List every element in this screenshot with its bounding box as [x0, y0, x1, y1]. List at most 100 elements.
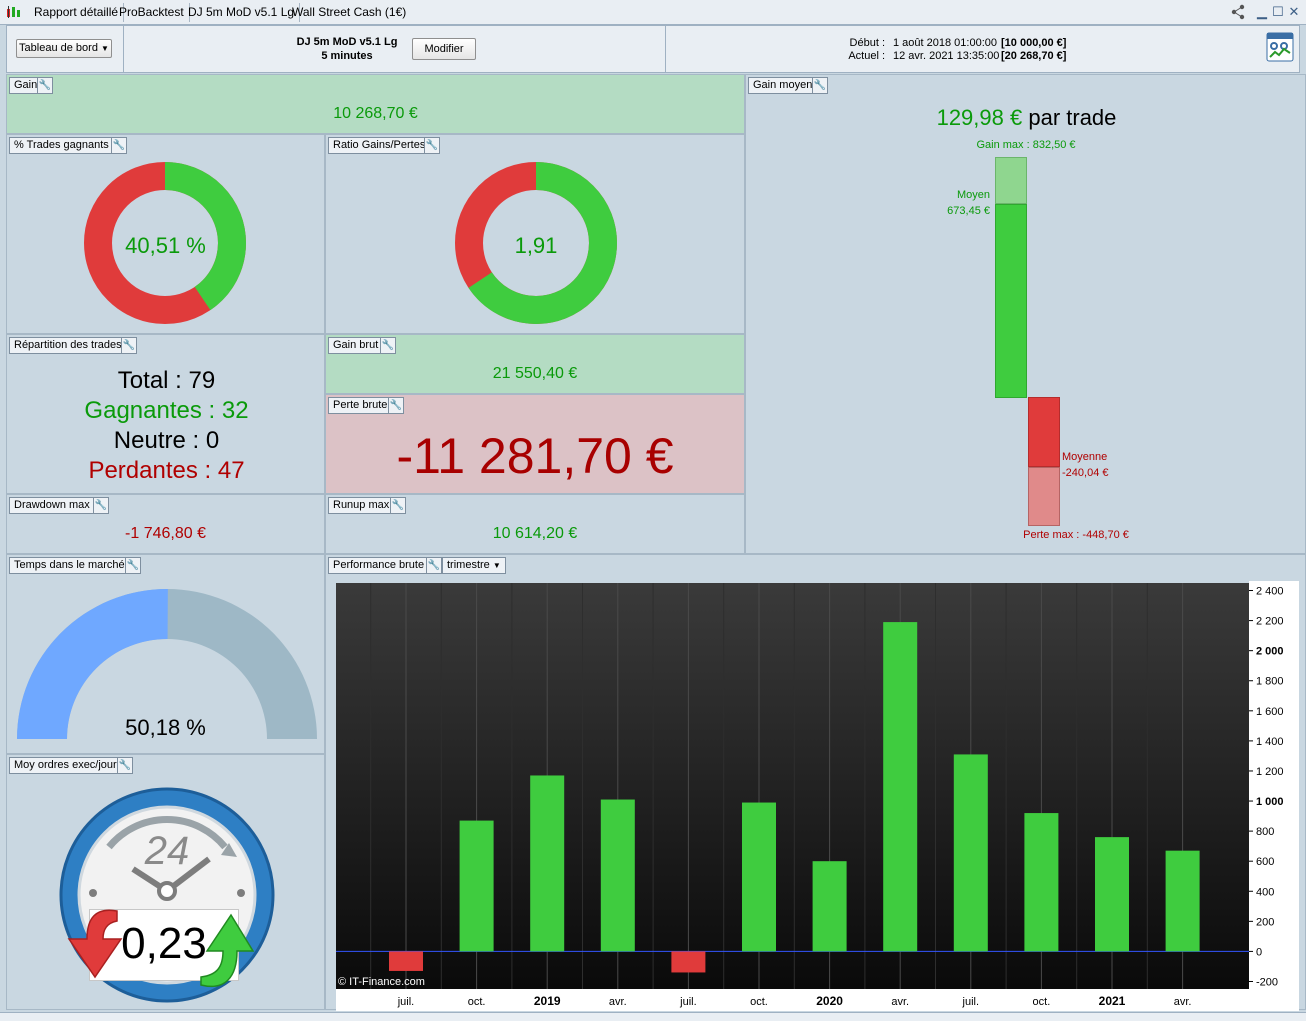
- status-bar: [0, 1012, 1306, 1021]
- avg-gain-heading: 129,98 € par trade: [746, 105, 1306, 131]
- y-tick-label: 1 600: [1256, 706, 1284, 718]
- won-row: Gagnantes : 32: [7, 397, 326, 425]
- neutral-count: 0: [205, 427, 220, 454]
- copyright-label: © IT-Finance.com: [338, 976, 425, 988]
- avg-gain-value: 129,98 €: [936, 105, 1023, 130]
- tab-report[interactable]: Rapport détaillé: [29, 3, 125, 22]
- tab-probacktest[interactable]: ProBacktest: [114, 3, 190, 22]
- x-tick-label: juil.: [962, 996, 980, 1008]
- wrench-icon[interactable]: 🔧: [388, 397, 404, 414]
- panel-title: Drawdown max: [9, 497, 95, 514]
- wrench-icon[interactable]: 🔧: [117, 757, 133, 774]
- timeframe-label: 5 minutes: [321, 50, 373, 62]
- moyen-value: 673,45 €: [947, 205, 990, 217]
- modify-button[interactable]: Modifier: [412, 38, 476, 60]
- y-tick-label: 0: [1256, 946, 1262, 958]
- chart-bar: [1024, 813, 1059, 952]
- x-tick-label: avr.: [609, 996, 627, 1008]
- gross-loss-value: -11 281,70 €: [396, 428, 674, 484]
- x-tick-label: oct.: [1033, 996, 1051, 1008]
- wrench-icon[interactable]: 🔧: [424, 137, 440, 154]
- close-icon[interactable]: ✕: [1286, 4, 1302, 20]
- y-tick-label: 1 000: [1256, 796, 1284, 808]
- y-tick-label: 1 800: [1256, 676, 1284, 688]
- chart-bar: [1095, 837, 1129, 952]
- wrench-icon[interactable]: 🔧: [93, 497, 109, 514]
- tab-instrument[interactable]: Wall Street Cash (1€): [287, 3, 411, 22]
- drawdown-value: -1 746,80 €: [125, 525, 206, 542]
- time-in-market-value: 50,18 %: [125, 715, 206, 740]
- lost-count: 47: [217, 457, 245, 484]
- period-dropdown[interactable]: trimestre ▼: [442, 557, 506, 574]
- gain-value: 10 268,70 €: [333, 105, 418, 122]
- gross-gain-value: 21 550,40 €: [492, 365, 578, 382]
- orders-panel: Moy ordres exec/jour 🔧 24 0,23: [6, 754, 325, 1010]
- share-icon[interactable]: [1230, 4, 1246, 20]
- chart-bar: [883, 622, 918, 952]
- gross-gain-panel: Gain brut 🔧 21 550,40 €: [325, 334, 745, 394]
- wrench-icon[interactable]: 🔧: [426, 557, 442, 574]
- wrench-icon[interactable]: 🔧: [125, 557, 141, 574]
- chart-bar: [600, 799, 635, 952]
- loss-bar: [1028, 397, 1060, 467]
- chart-bar: [459, 820, 494, 952]
- maximize-icon[interactable]: ☐: [1270, 4, 1286, 20]
- panel-title: Temps dans le marché: [9, 557, 130, 574]
- chart-bar: [389, 951, 423, 971]
- y-tick-label: 400: [1256, 886, 1274, 898]
- total-label: Total :: [117, 367, 182, 394]
- dashboard-dropdown[interactable]: Tableau de bord ▼: [16, 39, 112, 58]
- y-tick-label: 2 000: [1256, 646, 1284, 658]
- repartition-panel: Répartition des trades 🔧 Total : 79 Gagn…: [6, 334, 325, 494]
- panel-title: Performance brute: [328, 557, 430, 574]
- tab-system[interactable]: DJ 5m MoD v5.1 Lg: [183, 3, 301, 22]
- wrench-icon[interactable]: 🔧: [121, 337, 137, 354]
- time-in-market-panel: Temps dans le marché 🔧 50,18 %: [6, 554, 325, 754]
- wrench-icon[interactable]: 🔧: [812, 77, 828, 94]
- clock-hours-label: 24: [144, 829, 190, 873]
- chart-bar: [671, 951, 706, 973]
- lost-row: Perdantes : 47: [7, 457, 326, 485]
- x-tick-label: 2021: [1099, 994, 1126, 1008]
- gain-max-label: Gain max : 832,50 €: [976, 139, 1076, 151]
- moyenne-label: Moyenne: [1062, 451, 1108, 463]
- header-divider: [123, 26, 124, 72]
- title-bar: Rapport détaillé ProBacktest DJ 5m MoD v…: [0, 0, 1306, 25]
- gain-panel: Gain 🔧 10 268,70 €: [6, 74, 745, 134]
- won-count: 32: [221, 397, 249, 424]
- ratio-value: 1,91: [514, 233, 558, 258]
- win-pct-value: 40,51 %: [125, 233, 206, 258]
- x-tick-label: 2020: [816, 994, 843, 1008]
- total-count: 79: [188, 367, 216, 394]
- report-settings-icon[interactable]: [1266, 32, 1296, 64]
- start-label: Début :: [849, 37, 885, 49]
- win-pct-panel: % Trades gagnants 🔧 40,51 %: [6, 134, 325, 334]
- win-bar-light: [995, 157, 1027, 204]
- x-tick-label: oct.: [750, 996, 768, 1008]
- wrench-icon[interactable]: 🔧: [380, 337, 396, 354]
- app-chart-icon: [6, 5, 22, 19]
- avg-gain-suffix: par trade: [1028, 105, 1117, 130]
- wrench-icon[interactable]: 🔧: [390, 497, 406, 514]
- start-date: 1 août 2018 01:00:00: [893, 37, 997, 49]
- avg-gain-panel: Gain moyen 🔧 129,98 € par trade Gain max…: [745, 74, 1306, 554]
- start-value: [10 000,00 €]: [1001, 37, 1067, 49]
- x-tick-label: oct.: [468, 996, 486, 1008]
- y-tick-label: 2 400: [1256, 586, 1284, 598]
- y-tick-label: 1 400: [1256, 736, 1284, 748]
- wrench-icon[interactable]: 🔧: [37, 77, 53, 94]
- x-tick-label: avr.: [891, 996, 909, 1008]
- panel-title: Gain brut: [328, 337, 384, 354]
- panel-title: Runup max: [328, 497, 395, 514]
- y-tick-label: 2 200: [1256, 616, 1284, 628]
- x-tick-label: juil.: [397, 996, 415, 1008]
- runup-panel: Runup max 🔧 10 614,20 €: [325, 494, 745, 554]
- chart-bar: [530, 775, 565, 952]
- wrench-icon[interactable]: 🔧: [111, 137, 127, 154]
- minimize-icon[interactable]: ▁: [1254, 4, 1270, 20]
- panel-title: Répartition des trades: [9, 337, 127, 354]
- win-bar: [995, 204, 1027, 398]
- x-tick-label: avr.: [1174, 996, 1192, 1008]
- orders-value: 0,23: [121, 919, 207, 968]
- header-divider: [665, 26, 666, 72]
